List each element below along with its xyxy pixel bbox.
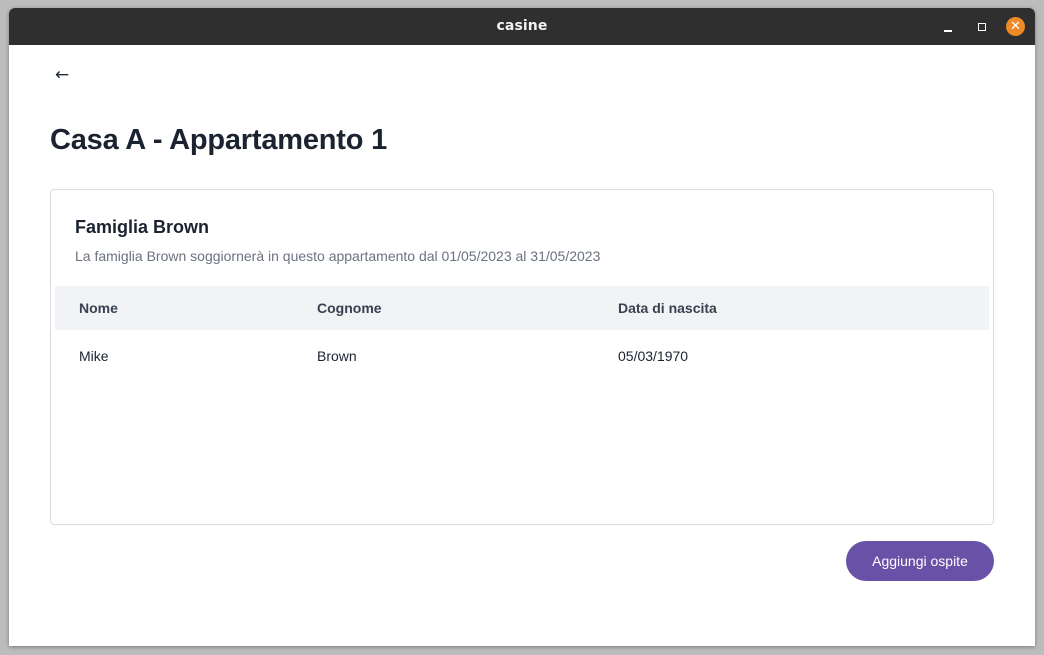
window-title: casine <box>496 18 548 34</box>
close-icon[interactable]: ✕ <box>1006 17 1025 36</box>
column-header-cognome: Cognome <box>317 300 382 316</box>
minimize-icon[interactable] <box>938 17 957 36</box>
family-name: Famiglia Brown <box>75 217 210 237</box>
cell-nome: Mike <box>79 348 109 364</box>
page-title: Casa A - Appartamento 1 <box>50 124 388 156</box>
family-card: Famiglia Brown La famiglia Brown soggior… <box>50 189 994 525</box>
column-header-data-di-nascita: Data di nascita <box>618 300 717 316</box>
window-titlebar[interactable]: casine ✕ <box>9 8 1035 45</box>
table-row[interactable]: Mike Brown 05/03/1970 <box>55 330 989 382</box>
guests-table: Nome Cognome Data di nascita Mike Brown … <box>55 286 989 382</box>
arrow-left-icon: ← <box>54 65 70 85</box>
maximize-icon[interactable] <box>972 17 991 36</box>
column-header-nome: Nome <box>79 300 118 316</box>
cell-data-di-nascita: 05/03/1970 <box>618 348 689 364</box>
add-guest-button[interactable]: Aggiungi ospite <box>846 541 994 581</box>
family-description: La famiglia Brown soggiornerà in questo … <box>75 248 601 264</box>
back-button[interactable]: ← <box>51 65 73 85</box>
table-header: Nome Cognome Data di nascita <box>55 286 989 330</box>
app-window: casine ✕ ← Casa A - Appartamento 1 Famig… <box>9 8 1035 646</box>
cell-cognome: Brown <box>317 348 357 364</box>
